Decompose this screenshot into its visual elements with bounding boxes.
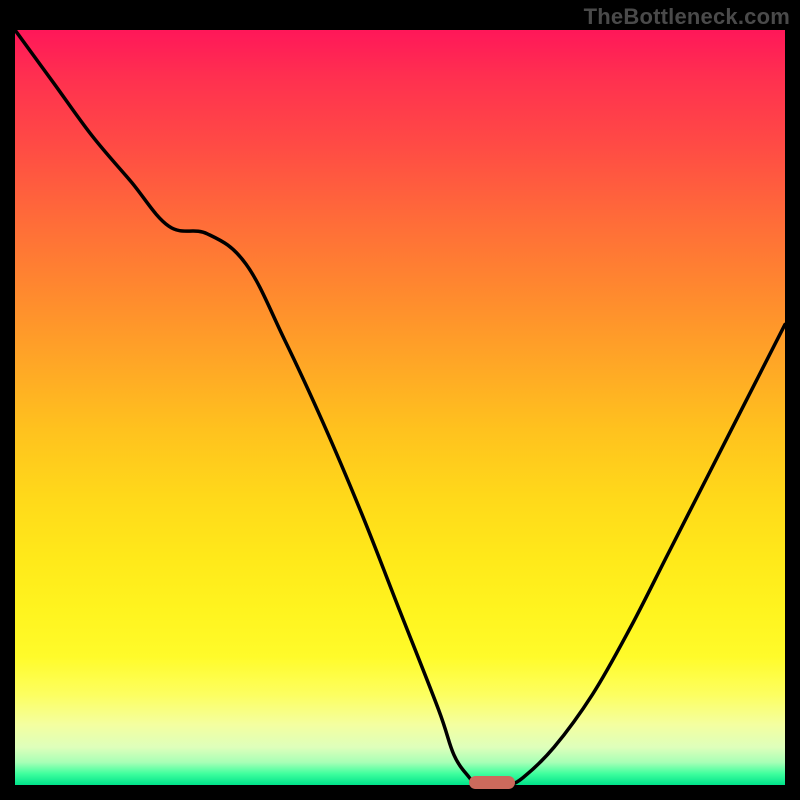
chart-container: TheBottleneck.com (0, 0, 800, 800)
plot-area (15, 30, 785, 785)
watermark-text: TheBottleneck.com (584, 4, 790, 30)
optimum-marker (469, 776, 515, 789)
bottleneck-curve (15, 30, 785, 785)
curve-path (15, 30, 785, 785)
